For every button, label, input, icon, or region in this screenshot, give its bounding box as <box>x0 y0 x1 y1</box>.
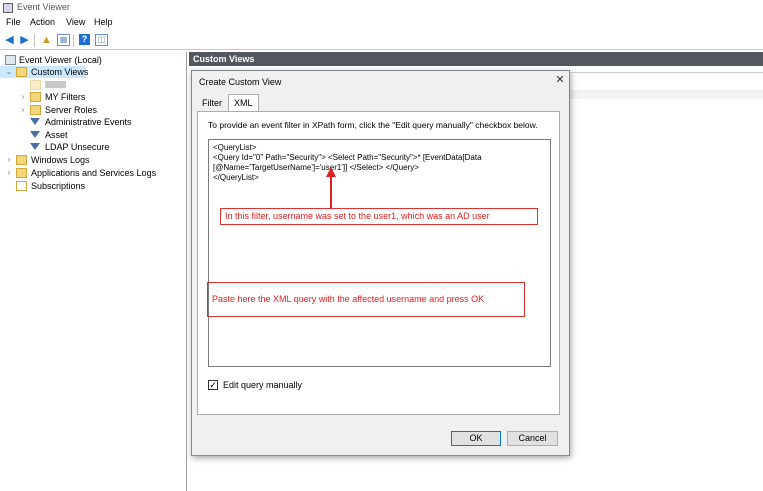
menu-view[interactable]: View <box>66 17 85 27</box>
menu-bar: File Action View Help <box>0 16 763 31</box>
xml-line: </QueryList> <box>213 173 259 182</box>
tree-node-label: MY Filters <box>45 92 86 102</box>
tree-node-subscriptions[interactable]: Subscriptions <box>0 180 186 192</box>
tree-node-label: Applications and Services Logs <box>31 168 157 178</box>
back-arrow-icon[interactable]: ◀ <box>3 34 16 46</box>
tree-node-custom-views[interactable]: ⌄ Custom Views <box>0 66 89 78</box>
close-icon[interactable]: ✕ <box>554 74 566 86</box>
tree-node-label: Asset <box>45 130 68 140</box>
chevron-down-icon[interactable]: ⌄ <box>5 66 13 78</box>
tree-node-redacted[interactable] <box>0 79 186 91</box>
chevron-right-icon[interactable]: › <box>19 104 27 116</box>
tree-node-label: Subscriptions <box>31 181 86 191</box>
tab-filter[interactable]: Filter <box>197 96 227 110</box>
tree-node-ldap-unsecure[interactable]: LDAP Unsecure <box>0 141 186 153</box>
toolbar: ◀ ▶ ▲ ▦ ? ◫ <box>0 31 763 50</box>
tab-xml[interactable]: XML <box>228 94 259 111</box>
show-pane-icon[interactable]: ◫ <box>95 34 108 46</box>
annotation-note-filter: In this filter, username was set to the … <box>220 208 538 225</box>
tree-node-root[interactable]: Event Viewer (Local) <box>0 54 186 66</box>
title-bar: Event Viewer <box>0 0 763 16</box>
menu-action[interactable]: Action <box>30 17 55 27</box>
tree-node-label: Windows Logs <box>31 155 90 165</box>
filter-funnel-icon <box>30 130 41 140</box>
filter-funnel-icon <box>30 117 41 127</box>
annotation-note-paste: Paste here the XML query with the affect… <box>207 282 525 317</box>
up-folder-icon[interactable]: ▲ <box>40 34 53 46</box>
folder-icon <box>30 80 41 90</box>
tree-node-administrative-events[interactable]: Administrative Events <box>0 116 186 128</box>
tree-node-asset[interactable]: Asset <box>0 129 186 141</box>
folder-icon <box>30 105 41 115</box>
xml-line: [@Name='TargetUserName']='user1']] </Sel… <box>213 163 419 172</box>
edit-query-manually-checkbox[interactable]: ✓ <box>208 380 218 390</box>
filter-funnel-icon <box>30 142 41 152</box>
redacted-label <box>45 81 66 88</box>
tree-node-label: Administrative Events <box>45 117 132 127</box>
tree-node-server-roles[interactable]: › Server Roles <box>0 104 186 116</box>
instruction-text: To provide an event filter in XPath form… <box>208 120 538 130</box>
folder-icon <box>30 92 41 102</box>
menu-file[interactable]: File <box>6 17 21 27</box>
xml-line: <Query Id="0" Path="Security"> <Select P… <box>213 153 482 162</box>
toolbar-separator <box>34 34 35 47</box>
tree-node-label: Server Roles <box>45 105 98 115</box>
annotation-arrow-icon <box>326 167 336 208</box>
xml-tab-panel: To provide an event filter in XPath form… <box>197 111 560 415</box>
menu-help[interactable]: Help <box>94 17 113 27</box>
tree-node-label: LDAP Unsecure <box>45 142 110 152</box>
subscriptions-icon <box>16 181 27 191</box>
edit-query-manually-label[interactable]: Edit query manually <box>223 380 302 390</box>
column-header-line <box>569 72 763 73</box>
properties-icon[interactable]: ▦ <box>57 34 70 46</box>
folder-icon <box>16 155 27 165</box>
cancel-button[interactable]: Cancel <box>507 431 558 446</box>
event-viewer-app-icon <box>3 3 13 13</box>
tree-node-label: Custom Views <box>31 67 89 77</box>
folder-icon <box>16 67 27 77</box>
ok-button[interactable]: OK <box>451 431 501 446</box>
folder-icon <box>16 168 27 178</box>
tree-node-label: Event Viewer (Local) <box>19 55 102 65</box>
event-viewer-icon <box>5 55 16 65</box>
dialog-title: Create Custom View <box>199 77 282 87</box>
chevron-right-icon[interactable]: › <box>5 154 13 166</box>
toolbar-separator <box>73 34 74 47</box>
xml-query-editor[interactable]: <QueryList> <Query Id="0" Path="Security… <box>207 139 551 367</box>
help-icon[interactable]: ? <box>79 34 90 45</box>
xml-line: <QueryList> <box>213 143 257 152</box>
window-title: Event Viewer <box>17 2 70 12</box>
chevron-right-icon[interactable]: › <box>5 167 13 179</box>
tree-node-applications-logs[interactable]: › Applications and Services Logs <box>0 167 186 179</box>
results-pane-header: Custom Views <box>189 52 763 66</box>
forward-arrow-icon[interactable]: ▶ <box>18 34 31 46</box>
tree-node-my-filters[interactable]: › MY Filters <box>0 91 186 103</box>
create-custom-view-dialog: Create Custom View ✕ Filter XML To provi… <box>191 70 570 456</box>
tree-node-windows-logs[interactable]: › Windows Logs <box>0 154 186 166</box>
chevron-right-icon[interactable]: › <box>19 91 27 103</box>
results-row <box>569 90 763 99</box>
console-tree: Event Viewer (Local) ⌄ Custom Views › MY… <box>0 52 187 491</box>
